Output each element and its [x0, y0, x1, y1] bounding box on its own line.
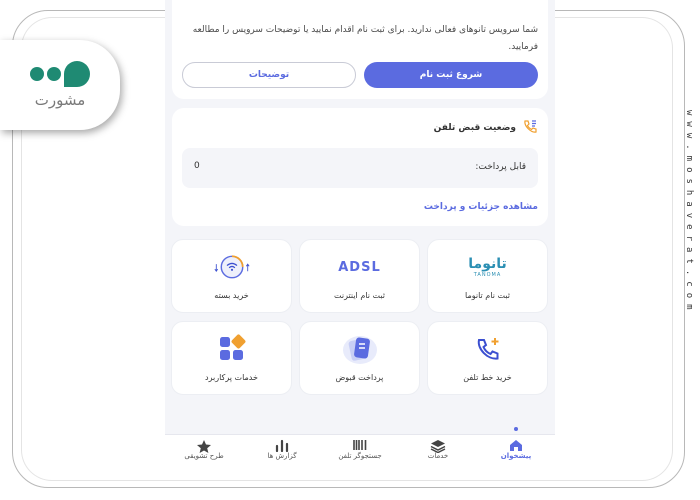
nav-item-services[interactable]: خدمات: [399, 435, 477, 462]
site-watermark: www.moshaverat.com: [684, 110, 694, 316]
nav-item-reports[interactable]: گزارش ها: [243, 435, 321, 462]
bill-title: وضعیت قبض تلفن: [433, 123, 516, 133]
payable-label: قابل پرداخت:: [475, 162, 526, 172]
logo-dots-icon: [30, 61, 90, 87]
bar-chart-icon: [275, 439, 289, 452]
tile-label: ثبت نام تانوما: [465, 291, 510, 300]
notice-text: شما سرویس تانوهای فعالی ندارید. برای ثبت…: [192, 25, 538, 52]
payable-row: قابل پرداخت: 0: [182, 148, 538, 188]
barcode-icon: [353, 440, 367, 450]
nav-item-incentive-plan[interactable]: طرح تشویقی: [165, 435, 243, 462]
tile-buy-phone-line[interactable]: خرید خط تلفن: [427, 321, 548, 395]
grid-services-icon: [212, 332, 252, 366]
description-button[interactable]: توضیحات: [182, 62, 356, 88]
nav-label: گزارش ها: [267, 452, 297, 460]
phone-bill-icon: [524, 120, 537, 133]
tile-label: خدمات پرکاربرد: [205, 373, 258, 382]
app-screen: شما سرویس تانوهای فعالی ندارید. برای ثبت…: [165, 0, 555, 462]
tanoma-logo-icon: تانوما TANOMA: [468, 256, 507, 278]
active-nav-indicator: [514, 427, 518, 431]
nav-item-phone-search[interactable]: جستجوگر تلفن: [321, 435, 399, 462]
tile-label: خرید بسته: [214, 291, 249, 300]
tile-label: ثبت نام اینترنت: [334, 291, 385, 300]
nav-label: خدمات: [427, 452, 449, 460]
wifi-package-icon: [212, 250, 252, 284]
bottom-navigation: پیشخوان خدمات جستجوگر تلفن گزارش ها طرح …: [165, 434, 555, 462]
tile-internet-registration[interactable]: ADSL ثبت نام اینترنت: [299, 239, 420, 313]
nav-label: پیشخوان: [500, 452, 532, 460]
logo-text: مشورت: [34, 91, 86, 109]
tile-label: خرید خط تلفن: [463, 373, 512, 382]
tile-buy-package[interactable]: خرید بسته: [171, 239, 292, 313]
tile-common-services[interactable]: خدمات پرکاربرد: [171, 321, 292, 395]
layers-icon: [430, 440, 446, 453]
bill-payment-icon: [340, 332, 380, 366]
home-icon: [510, 440, 522, 451]
nav-item-dashboard[interactable]: پیشخوان: [477, 435, 555, 462]
tile-label: پرداخت قبوض: [335, 373, 384, 382]
phone-plus-icon: [468, 332, 508, 366]
tile-tanoma-registration[interactable]: تانوما TANOMA ثبت نام تانوما: [427, 239, 548, 313]
nav-label: طرح تشویقی: [184, 452, 224, 460]
start-registration-button[interactable]: شروع ثبت نام: [364, 62, 538, 88]
phone-bill-card: وضعیت قبض تلفن قابل پرداخت: 0 مشاهده جزئ…: [172, 108, 548, 226]
nav-label: جستجوگر تلفن: [338, 452, 382, 460]
brand-logo: مشورت: [0, 40, 120, 130]
tile-pay-bills[interactable]: پرداخت قبوض: [299, 321, 420, 395]
tanoma-notice-card: شما سرویس تانوهای فعالی ندارید. برای ثبت…: [172, 0, 548, 99]
payable-value: 0: [194, 161, 200, 171]
bill-details-link[interactable]: مشاهده جزئیات و پرداخت: [424, 202, 538, 212]
adsl-icon: ADSL: [338, 259, 381, 275]
